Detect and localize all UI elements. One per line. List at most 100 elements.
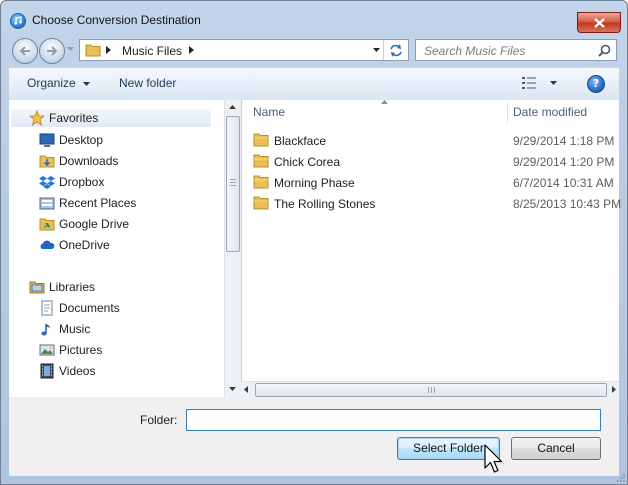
folder-icon — [253, 133, 269, 147]
scroll-down-icon[interactable] — [229, 387, 236, 391]
file-row[interactable]: Morning Phase 6/7/2014 10:31 AM — [253, 172, 623, 193]
nav-item-documents[interactable]: Documents — [39, 299, 120, 317]
file-date: 8/25/2013 10:43 PM — [513, 197, 622, 211]
file-row[interactable]: Blackface 9/29/2014 1:18 PM — [253, 130, 623, 151]
nav-item-music[interactable]: Music — [39, 320, 90, 338]
nav-item-downloads[interactable]: Downloads — [39, 152, 118, 170]
file-date: 9/29/2014 1:20 PM — [513, 155, 615, 169]
back-button[interactable] — [12, 38, 38, 64]
dialog-window: Choose Conversion Destination Music File… — [0, 0, 628, 485]
search-box[interactable]: Search Music Files — [415, 39, 617, 61]
nav-item-label: Downloads — [59, 154, 119, 168]
folder-icon — [253, 154, 269, 168]
nav-item-videos[interactable]: Videos — [39, 362, 95, 380]
folder-icon — [253, 175, 269, 189]
organize-label: Organize — [27, 76, 76, 90]
horizontal-scrollbar[interactable] — [241, 381, 619, 398]
file-row[interactable]: The Rolling Stones 8/25/2013 10:43 PM — [253, 193, 623, 214]
itunes-app-icon — [10, 13, 26, 29]
favorites-label: Favorites — [49, 111, 99, 125]
close-button[interactable] — [577, 12, 621, 33]
folder-input[interactable] — [186, 409, 601, 431]
view-options-icon[interactable] — [522, 77, 538, 89]
nav-item-label: Videos — [59, 364, 96, 378]
resize-grip-icon[interactable] — [615, 472, 625, 482]
main-content: Favorites Desktop Downloads Dropbox Rece… — [9, 100, 621, 398]
help-icon[interactable]: ? — [587, 75, 605, 93]
star-icon — [29, 110, 45, 126]
search-input[interactable]: Search Music Files — [424, 44, 525, 58]
navigation-scrollbar[interactable] — [224, 100, 242, 397]
onedrive-icon — [40, 240, 55, 249]
column-header-date-modified[interactable]: Date modified — [513, 100, 587, 124]
documents-icon — [41, 300, 53, 316]
desktop-icon — [39, 133, 55, 147]
navigation-bar: Music Files Search Music Files — [1, 33, 627, 65]
refresh-icon — [390, 43, 402, 57]
nav-item-label: Desktop — [59, 133, 104, 147]
recent-locations-dropdown-icon[interactable] — [67, 47, 74, 52]
nav-item-label: Music — [59, 322, 91, 336]
navigation-pane: Favorites Desktop Downloads Dropbox Rece… — [9, 100, 224, 397]
nav-favorites[interactable]: Favorites — [11, 109, 211, 127]
scroll-up-icon[interactable] — [229, 105, 236, 109]
chevron-down-icon — [372, 48, 380, 52]
file-row[interactable]: Chick Corea 9/29/2014 1:20 PM — [253, 151, 623, 172]
libraries-label: Libraries — [49, 280, 96, 294]
command-toolbar: Organize New folder ? — [9, 67, 619, 101]
file-name: Blackface — [274, 134, 327, 148]
nav-item-label: Recent Places — [59, 196, 137, 210]
forward-button[interactable] — [39, 38, 65, 64]
file-name: Chick Corea — [274, 155, 341, 169]
nav-item-label: Dropbox — [59, 175, 105, 189]
dialog-footer: Folder: Select Folder Cancel — [9, 397, 619, 476]
breadcrumb-arrow-icon[interactable] — [106, 46, 111, 54]
scrollbar-thumb[interactable] — [255, 383, 607, 397]
arrow-left-icon — [19, 46, 30, 56]
sort-ascending-icon — [381, 100, 388, 104]
nav-libraries[interactable]: Libraries — [29, 278, 95, 296]
nav-item-label: OneDrive — [59, 238, 110, 252]
breadcrumb-arrow-icon[interactable] — [189, 46, 194, 54]
view-dropdown-icon[interactable] — [550, 81, 557, 85]
nav-item-dropbox[interactable]: Dropbox — [39, 173, 104, 191]
folder-label: Folder: — [140, 413, 178, 427]
libraries-icon — [29, 281, 45, 294]
window-title: Choose Conversion Destination — [32, 13, 201, 27]
file-name: The Rolling Stones — [274, 197, 376, 211]
nav-item-pictures[interactable]: Pictures — [39, 341, 102, 359]
address-bar[interactable]: Music Files — [79, 39, 409, 61]
address-dropdown-button[interactable] — [369, 40, 383, 60]
folder-icon — [85, 44, 101, 57]
refresh-button[interactable] — [383, 40, 408, 60]
file-date: 6/7/2014 10:31 AM — [513, 176, 614, 190]
nav-item-label: Google Drive — [59, 217, 130, 231]
file-name: Morning Phase — [274, 176, 355, 190]
nav-item-onedrive[interactable]: OneDrive — [39, 236, 110, 254]
file-list: Name Date modified Blackface 9/29/2014 1… — [241, 100, 621, 398]
recent-places-icon — [39, 197, 55, 210]
scrollbar-thumb[interactable] — [226, 116, 240, 252]
organize-menu-button[interactable]: Organize — [27, 76, 91, 90]
nav-item-recent-places[interactable]: Recent Places — [39, 194, 136, 212]
mouse-cursor-icon — [484, 444, 503, 473]
new-folder-button[interactable]: New folder — [119, 76, 176, 90]
videos-icon — [40, 363, 54, 379]
music-icon — [41, 324, 50, 336]
nav-item-desktop[interactable]: Desktop — [39, 131, 103, 149]
arrow-right-icon — [47, 46, 58, 56]
dropbox-icon — [39, 176, 55, 189]
scroll-left-icon[interactable] — [244, 386, 248, 393]
file-date: 9/29/2014 1:18 PM — [513, 134, 615, 148]
title-bar[interactable]: Choose Conversion Destination — [1, 1, 627, 33]
search-icon[interactable] — [598, 44, 611, 57]
folder-icon — [253, 196, 269, 210]
scroll-right-icon[interactable] — [612, 386, 616, 393]
address-path[interactable]: Music Files — [122, 44, 182, 58]
nav-item-label: Documents — [59, 301, 120, 315]
column-divider[interactable] — [507, 102, 508, 124]
pictures-icon — [39, 344, 55, 356]
cancel-button[interactable]: Cancel — [511, 437, 601, 460]
column-header-name[interactable]: Name — [253, 100, 285, 124]
nav-item-google-drive[interactable]: Google Drive — [39, 215, 129, 233]
